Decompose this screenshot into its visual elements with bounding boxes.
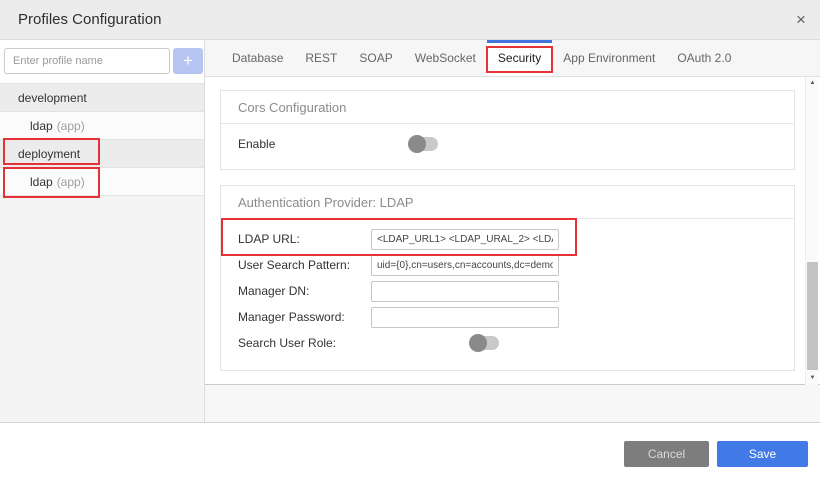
tab-soap[interactable]: SOAP <box>348 40 403 76</box>
tab-websocket[interactable]: WebSocket <box>404 40 487 76</box>
profile-item-deployment[interactable]: deployment <box>0 140 204 168</box>
user-search-pattern-row: User Search Pattern: <box>238 252 777 278</box>
manager-dn-label: Manager DN: <box>238 284 309 298</box>
security-tab-panel: Cors Configuration Enable Authentication… <box>205 77 820 385</box>
scrollbar-down-arrow-icon[interactable]: ▼ <box>806 372 819 385</box>
cors-enable-toggle[interactable] <box>408 135 439 153</box>
cors-card-title: Cors Configuration <box>238 100 777 115</box>
cancel-button[interactable]: Cancel <box>624 441 709 467</box>
tab-app-environment[interactable]: App Environment <box>552 40 666 76</box>
dialog-title: Profiles Configuration <box>18 11 161 28</box>
ldap-url-label: LDAP URL: <box>238 232 300 246</box>
profile-item-ldap-development[interactable]: ldap (app) <box>0 112 204 140</box>
search-user-role-toggle[interactable] <box>469 334 500 352</box>
manager-password-label: Manager Password: <box>238 310 345 324</box>
close-icon[interactable]: × <box>790 9 812 31</box>
manager-password-row: Manager Password: <box>238 304 777 330</box>
search-user-role-row: Search User Role: <box>238 330 777 356</box>
profile-item-suffix: (app) <box>57 175 85 189</box>
profile-item-label: ldap <box>30 175 53 189</box>
panel-scrollbar[interactable]: ▲ ▼ <box>805 77 818 385</box>
add-profile-button[interactable]: + <box>173 48 203 74</box>
panel-bottom-strip <box>205 385 820 422</box>
profiles-configuration-dialog: Profiles Configuration × + development l… <box>0 0 820 480</box>
user-search-pattern-input[interactable] <box>371 255 559 276</box>
tab-bar: Database REST SOAP WebSocket Security Ap… <box>205 40 820 77</box>
manager-password-input[interactable] <box>371 307 559 328</box>
cors-enable-row: Enable <box>238 131 777 157</box>
tab-rest[interactable]: REST <box>294 40 348 76</box>
profiles-sidebar: + development ldap (app) deployment ldap… <box>0 40 205 422</box>
scrollbar-up-arrow-icon[interactable]: ▲ <box>806 77 819 90</box>
ldap-url-input[interactable] <box>371 229 559 250</box>
cors-enable-label: Enable <box>238 137 275 151</box>
toggle-thumb <box>469 334 487 352</box>
profile-name-input[interactable] <box>4 48 170 74</box>
tab-database[interactable]: Database <box>221 40 294 76</box>
profile-item-label: development <box>18 91 87 105</box>
profile-item-label: deployment <box>18 147 80 161</box>
scrollbar-thumb[interactable] <box>807 262 818 370</box>
dialog-header: Profiles Configuration × <box>0 0 820 40</box>
profile-item-suffix: (app) <box>57 119 85 133</box>
cors-configuration-card: Cors Configuration Enable <box>220 90 795 170</box>
profile-item-ldap-deployment[interactable]: ldap (app) <box>0 168 204 196</box>
profile-item-label: ldap <box>30 119 53 133</box>
user-search-pattern-label: User Search Pattern: <box>238 258 350 272</box>
search-user-role-label: Search User Role: <box>238 336 336 350</box>
tab-security-label: Security <box>498 51 541 65</box>
ldap-url-row: LDAP URL: <box>238 226 777 252</box>
manager-dn-input[interactable] <box>371 281 559 302</box>
profile-item-development[interactable]: development <box>0 84 204 112</box>
save-button[interactable]: Save <box>717 441 808 467</box>
profile-list: development ldap (app) deployment ldap (… <box>0 84 204 196</box>
dialog-footer: Cancel Save <box>0 422 820 480</box>
profile-create-bar: + <box>0 40 204 84</box>
tab-oauth[interactable]: OAuth 2.0 <box>666 40 742 76</box>
tab-security[interactable]: Security <box>487 40 552 76</box>
ldap-provider-card: Authentication Provider: LDAP LDAP URL: … <box>220 185 795 371</box>
manager-dn-row: Manager DN: <box>238 278 777 304</box>
ldap-card-title: Authentication Provider: LDAP <box>238 195 777 210</box>
main-area: Database REST SOAP WebSocket Security Ap… <box>205 40 820 422</box>
